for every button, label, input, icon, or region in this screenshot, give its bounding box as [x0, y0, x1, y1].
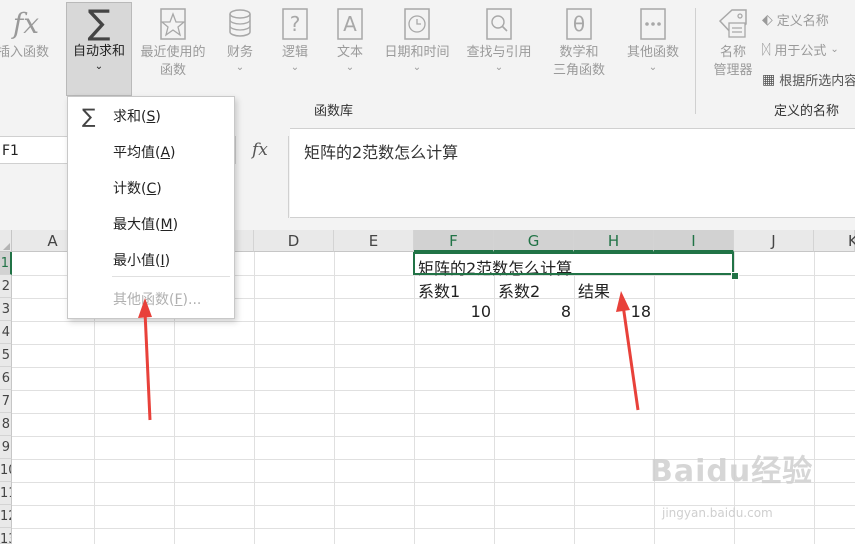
red-arrow-left: [138, 298, 152, 421]
baidu-watermark: Baidu经验 jingyan.baidu.com: [650, 446, 814, 520]
red-arrow-right: [616, 291, 640, 411]
watermark-url: jingyan.baidu.com: [662, 506, 773, 520]
watermark-brand: Baidu经验: [650, 454, 814, 489]
